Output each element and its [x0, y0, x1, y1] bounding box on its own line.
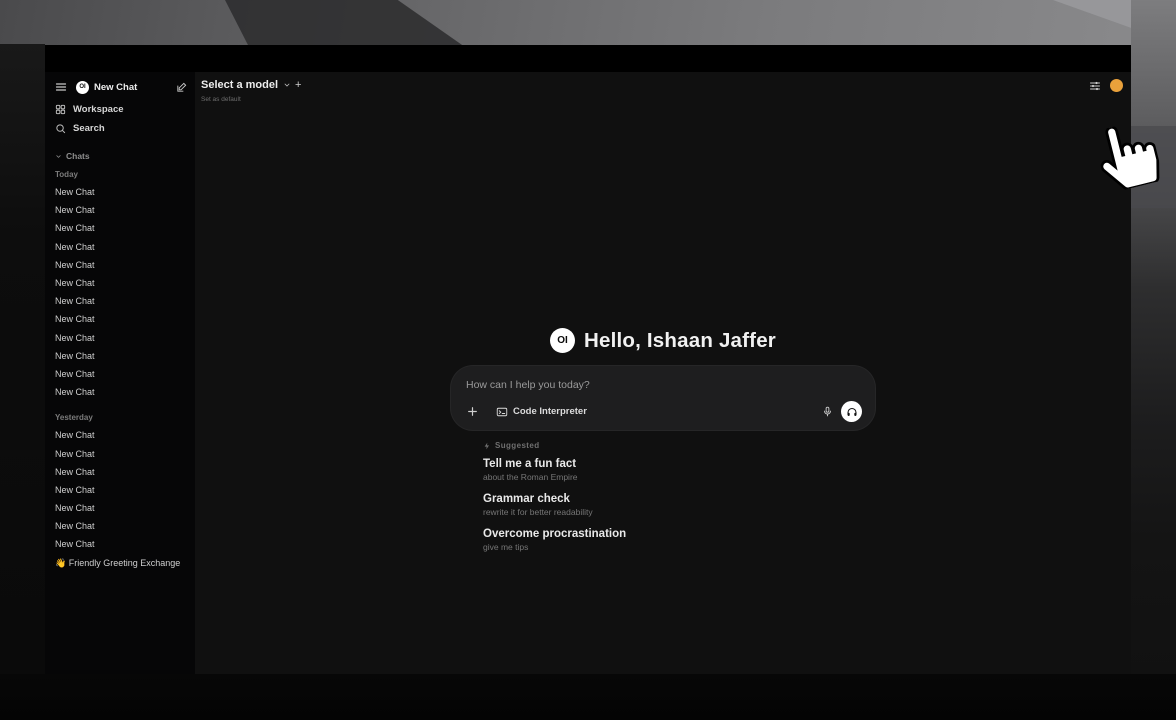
topbar-right-controls: [1089, 79, 1123, 92]
user-avatar[interactable]: [1110, 79, 1123, 92]
greeting-logo: OI: [550, 328, 575, 353]
window-titlebar: [45, 45, 1131, 72]
code-interpreter-label: Code Interpreter: [513, 406, 587, 417]
prompt-subtitle: about the Roman Empire: [483, 472, 875, 482]
chat-item[interactable]: New Chat: [55, 535, 187, 553]
sidebar-item-workspace[interactable]: Workspace: [55, 100, 187, 119]
chat-controls-icon[interactable]: [1089, 80, 1101, 92]
app-window: OI New Chat Workspace Search: [45, 45, 1131, 674]
search-label: Search: [73, 123, 105, 134]
desktop-background: OI New Chat Workspace Search: [0, 0, 1176, 720]
sidebar-toggle-icon[interactable]: [55, 81, 67, 93]
chat-item[interactable]: New Chat: [55, 481, 187, 499]
named-chat-list: 👋 Friendly Greeting Exchange: [55, 555, 187, 573]
suggested-section: Suggested Tell me a fun fact about the R…: [451, 441, 875, 552]
message-input[interactable]: [466, 379, 862, 391]
chat-item[interactable]: New Chat: [55, 347, 187, 365]
chat-list-yesterday: New ChatNew ChatNew ChatNew ChatNew Chat…: [55, 426, 187, 553]
prompt-subtitle: rewrite it for better readability: [483, 507, 875, 517]
chat-item[interactable]: New Chat: [55, 274, 187, 292]
greeting-row: OI Hello, Ishaan Jaffer: [451, 328, 875, 353]
microphone-icon[interactable]: [822, 405, 833, 418]
sidebar-title: New Chat: [94, 82, 137, 93]
chat-item[interactable]: New Chat: [55, 256, 187, 274]
wallpaper-top-band: [0, 0, 1176, 47]
command-line-icon: [496, 406, 508, 418]
greeting-text: Hello, Ishaan Jaffer: [584, 329, 776, 353]
wallpaper-left-strip: [0, 44, 45, 674]
workspace-grid-icon: [55, 104, 66, 115]
chat-item[interactable]: New Chat: [55, 238, 187, 256]
bolt-icon: [483, 442, 491, 450]
wallpaper-right-square: [1131, 126, 1176, 208]
wallpaper-right-strip: [1131, 0, 1176, 720]
chat-item[interactable]: New Chat: [55, 517, 187, 535]
app-logo: OI: [76, 81, 89, 94]
chevron-down-icon: [55, 153, 62, 160]
sidebar-header: OI New Chat: [55, 78, 187, 96]
chat-item[interactable]: New Chat: [55, 499, 187, 517]
chat-item[interactable]: New Chat: [55, 463, 187, 481]
prompt-title: Grammar check: [483, 493, 875, 505]
suggested-prompts: Tell me a fun fact about the Roman Empir…: [483, 458, 875, 552]
chat-list-today: New ChatNew ChatNew ChatNew ChatNew Chat…: [55, 183, 187, 401]
chat-item[interactable]: New Chat: [55, 444, 187, 462]
model-selector-label: Select a model: [201, 79, 278, 91]
chats-section-header[interactable]: Chats: [55, 151, 187, 161]
chats-label: Chats: [66, 151, 90, 161]
chat-item[interactable]: New Chat: [55, 183, 187, 201]
sidebar-item-search[interactable]: Search: [55, 119, 187, 138]
chat-item[interactable]: New Chat: [55, 383, 187, 401]
main-topbar: Select a model +: [195, 72, 1131, 106]
main-area: Select a model + Set as default OI: [195, 72, 1131, 674]
chat-item[interactable]: New Chat: [55, 310, 187, 328]
headphones-icon: [846, 406, 858, 418]
search-icon: [55, 123, 66, 134]
chat-item[interactable]: New Chat: [55, 201, 187, 219]
suggested-header: Suggested: [483, 441, 875, 450]
section-label-today: Today: [55, 170, 187, 183]
wallpaper-bottom-strip: [0, 674, 1176, 720]
set-default-link[interactable]: Set as default: [201, 96, 241, 103]
voice-mode-button[interactable]: [841, 401, 862, 422]
section-label-yesterday: Yesterday: [55, 413, 187, 426]
chat-item[interactable]: New Chat: [55, 292, 187, 310]
model-selector-button[interactable]: Select a model: [201, 79, 291, 91]
chat-item-friendly-greeting[interactable]: 👋 Friendly Greeting Exchange: [55, 555, 187, 573]
chat-item[interactable]: New Chat: [55, 365, 187, 383]
prompt-title: Tell me a fun fact: [483, 458, 875, 470]
input-toolbar: Code Interpreter: [466, 401, 862, 422]
chat-item[interactable]: New Chat: [55, 219, 187, 237]
prompt-subtitle: give me tips: [483, 542, 875, 552]
chevron-down-icon: [283, 81, 291, 89]
center-column: OI Hello, Ishaan Jaffer Code Inter: [451, 328, 875, 563]
code-interpreter-toggle[interactable]: Code Interpreter: [496, 406, 587, 418]
prompt-title: Overcome procrastination: [483, 528, 875, 540]
suggested-prompt[interactable]: Overcome procrastination give me tips: [483, 528, 875, 552]
chat-item[interactable]: New Chat: [55, 426, 187, 444]
sidebar: OI New Chat Workspace Search: [45, 72, 195, 674]
message-input-card: Code Interpreter: [451, 366, 875, 430]
workspace-label: Workspace: [73, 104, 124, 115]
new-chat-icon[interactable]: [176, 82, 187, 93]
chat-item[interactable]: New Chat: [55, 329, 187, 347]
add-model-button[interactable]: +: [295, 79, 301, 91]
attach-plus-icon[interactable]: [466, 405, 479, 418]
suggested-prompt[interactable]: Tell me a fun fact about the Roman Empir…: [483, 458, 875, 482]
suggested-prompt[interactable]: Grammar check rewrite it for better read…: [483, 493, 875, 517]
suggested-label: Suggested: [495, 441, 540, 450]
